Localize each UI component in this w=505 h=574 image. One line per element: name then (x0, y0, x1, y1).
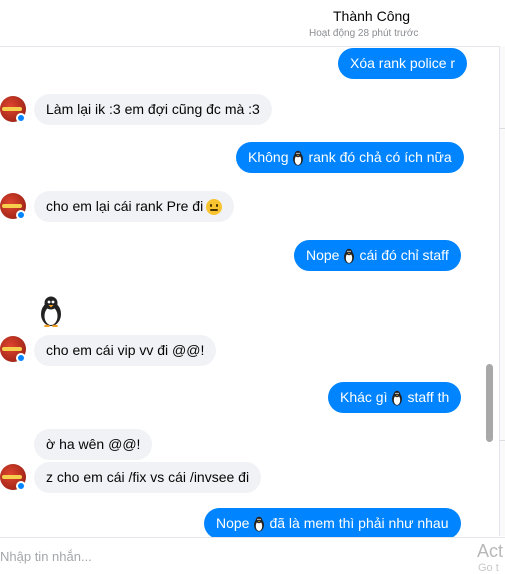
divider-tick (499, 128, 505, 129)
penguin-icon (254, 517, 265, 532)
messenger-badge-icon (16, 210, 26, 220)
contact-status: Hoạt động 28 phút trước (309, 28, 419, 39)
contact-avatar[interactable] (0, 464, 26, 491)
contact-avatar[interactable] (0, 193, 26, 220)
message-outgoing[interactable]: Không rank đó chả có ích nữa (236, 142, 464, 173)
activation-watermark: Act (477, 541, 504, 561)
message-incoming[interactable]: z cho em cái /fix vs cái /invsee đi (34, 462, 262, 493)
scrollbar-thumb[interactable] (486, 364, 493, 442)
side-panel-divider (499, 46, 500, 536)
message-input[interactable] (0, 544, 470, 568)
message-incoming[interactable]: ờ ha wên @@! (34, 429, 153, 460)
message-outgoing[interactable]: Khác gì staff th (328, 382, 462, 413)
penguin-icon (392, 391, 403, 406)
contact-avatar[interactable] (0, 336, 26, 363)
side-panel-edge (500, 46, 505, 536)
penguin-icon (293, 151, 304, 166)
message-outgoing[interactable]: Xóa rank police r (338, 48, 468, 79)
conversation-header: Thành Công Hoạt động 28 phút trước (0, 0, 505, 47)
message-incoming[interactable]: cho em lại cái rank Pre đi (34, 191, 235, 222)
neutral-face-icon (206, 199, 223, 216)
contact-name[interactable]: Thành Công (333, 8, 410, 24)
message-outgoing[interactable]: Nope đã là mem thì phải như nhau (204, 508, 461, 539)
message-outgoing[interactable]: Nope cái đó chỉ staff (294, 240, 461, 271)
contact-avatar[interactable] (0, 96, 26, 123)
message-composer (0, 537, 505, 574)
divider-tick (499, 440, 505, 441)
messenger-badge-icon (16, 113, 26, 123)
penguin-icon[interactable] (38, 295, 64, 327)
activation-watermark-sub: Go t (478, 562, 499, 574)
message-incoming[interactable]: cho em cái vip vv đi @@! (34, 335, 217, 366)
messenger-badge-icon (16, 481, 26, 491)
penguin-icon (344, 249, 355, 264)
message-incoming[interactable]: Làm lại ik :3 em đợi cũng đc mà :3 (34, 94, 272, 125)
messenger-badge-icon (16, 353, 26, 363)
